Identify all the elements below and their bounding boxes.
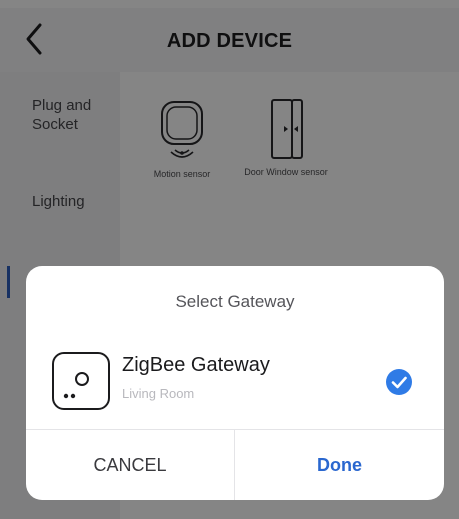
dialog-title: Select Gateway xyxy=(175,292,295,311)
app-screen: ADD DEVICE Plug and Socket Lighting Moti… xyxy=(0,0,459,519)
gateway-room: Living Room xyxy=(122,386,195,401)
gateway-name: ZigBee Gateway xyxy=(122,354,270,376)
gateway-option-row[interactable]: ZigBee Gateway Living Room xyxy=(26,348,444,414)
checkmark-selected-icon[interactable] xyxy=(386,369,412,395)
select-gateway-dialog: Select Gateway ZigBee Gateway Living Roo… xyxy=(26,266,444,500)
dialog-actions: CANCEL Done xyxy=(26,429,444,500)
cancel-button[interactable]: CANCEL xyxy=(26,430,234,500)
done-button[interactable]: Done xyxy=(235,430,444,500)
gateway-icon xyxy=(52,352,110,410)
